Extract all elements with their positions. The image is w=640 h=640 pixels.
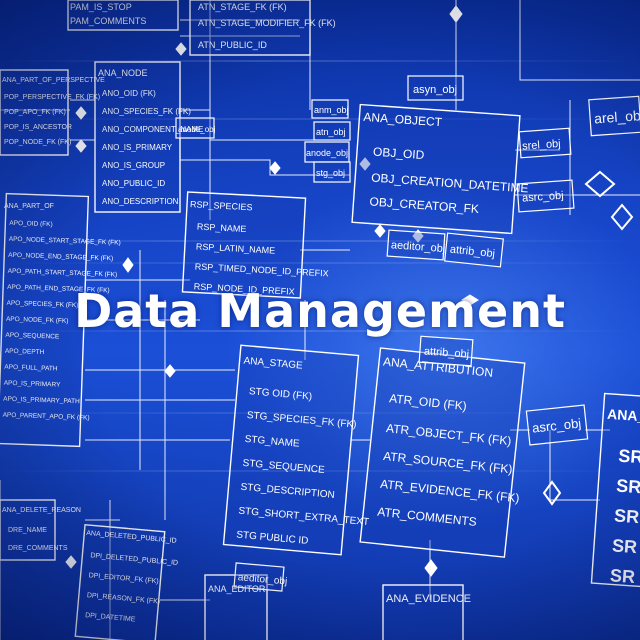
field-label: POP_APO_FK (FK) <box>4 109 66 116</box>
field-label: POP_IS_ANCESTOR <box>4 124 72 131</box>
tag-label: ANA_EDITOR <box>208 584 266 594</box>
entity-title: ANA_PART_OF <box>4 203 54 210</box>
field-label: SR <box>618 446 640 468</box>
headline: Data Management <box>74 284 566 338</box>
field-label: ANO_IS_GROUP <box>102 161 165 170</box>
field-label: DRE_NAME <box>8 527 47 534</box>
entity-title: ANA_ <box>607 406 640 425</box>
tag-label: atn_obj <box>316 127 346 137</box>
field-label: PAM_COMMENTS <box>70 16 146 26</box>
entity-title: ANA_DELETE_REASON <box>2 507 81 514</box>
field-label: ATN_STAGE_FK (FK) <box>198 2 287 12</box>
entity-title: ANA_PART_OF_PERSPECTIVE <box>2 77 105 84</box>
tag-label: anode_obj <box>178 125 216 134</box>
field-label: POP_PERSPECTIVE_FK (FK) <box>4 94 100 101</box>
field-label: ANO_SPECIES_FK (FK) <box>102 107 191 116</box>
field-label: SR <box>616 476 640 498</box>
field-label: SR <box>609 565 635 587</box>
field-label: SR <box>611 535 637 557</box>
field-label: SR <box>614 505 640 527</box>
tag-label: asyn_obj <box>413 84 457 96</box>
tag-label: anm_obj <box>314 105 349 115</box>
field-label: ATN_STAGE_MODIFIER_FK (FK) <box>198 18 336 28</box>
tag-label: stg_obj <box>316 168 345 178</box>
field-label: ANO_IS_PRIMARY <box>102 143 173 152</box>
field-label: ANO_PUBLIC_ID <box>102 179 165 188</box>
entity-title: ANA_NODE <box>98 68 148 78</box>
field-label: ANO_OID (FK) <box>102 89 156 98</box>
tag-label: anode_obj <box>306 148 348 158</box>
tag-label: arel_obj <box>594 107 640 126</box>
field-label: APO_DEPTH <box>5 348 45 356</box>
field-label: ANO_DESCRIPTION <box>102 197 179 206</box>
field-label: DRE_COMMENTS <box>8 545 68 552</box>
field-label: PAM_IS_STOP <box>70 2 132 12</box>
field-label: ATN_PUBLIC_ID <box>198 40 267 50</box>
field-label: POP_NODE_FK (FK) <box>4 139 71 146</box>
tag-label: ANA_EVIDENCE <box>386 593 471 605</box>
stock-photo: PAM_IS_STOP PAM_COMMENTS ATN_STAGE_FK (F… <box>0 0 640 640</box>
